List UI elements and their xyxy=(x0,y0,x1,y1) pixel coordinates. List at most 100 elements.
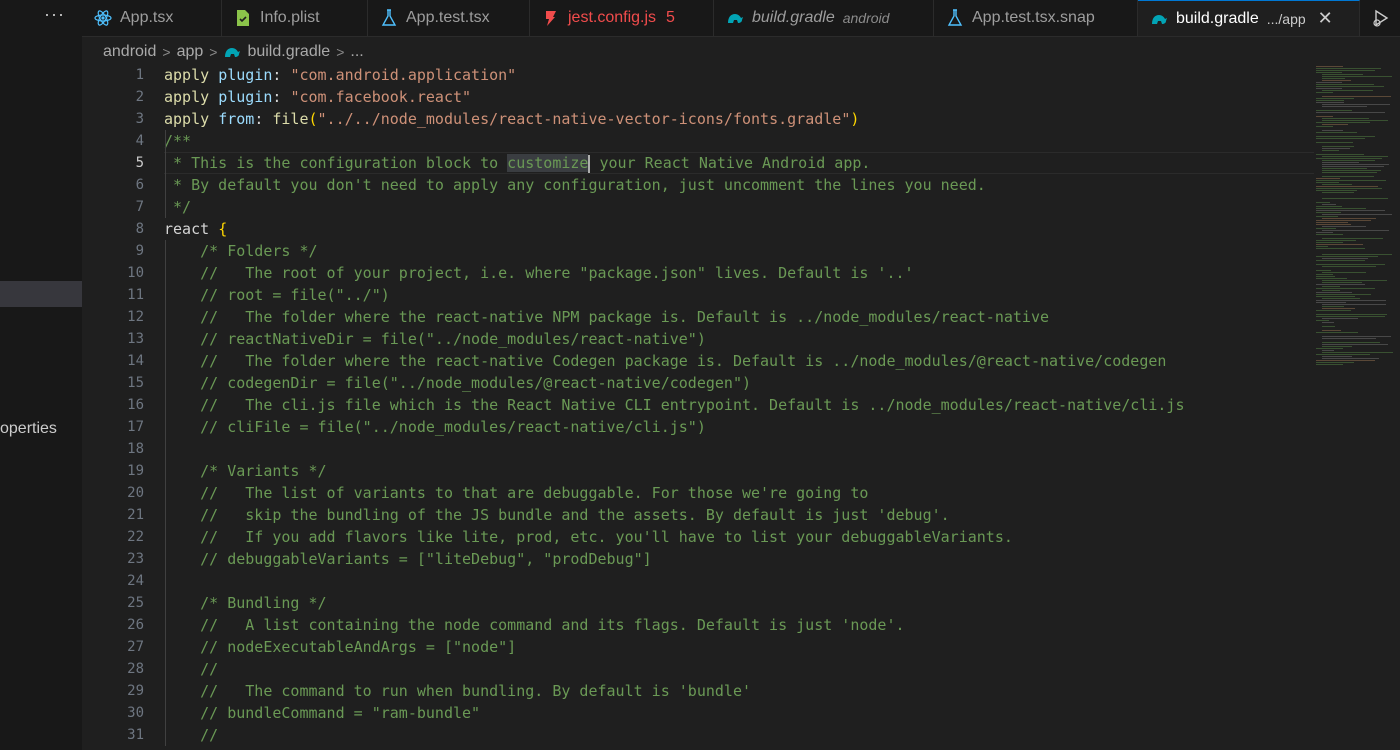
code-line[interactable]: */ xyxy=(164,196,191,218)
minimap-line xyxy=(1322,350,1334,351)
run-test-icon[interactable] xyxy=(1360,0,1400,36)
code-line[interactable]: // The list of variants to that are debu… xyxy=(164,482,868,504)
code-line[interactable]: // The folder where the react-native NPM… xyxy=(164,306,1049,328)
code-line[interactable]: // nodeExecutableAndArgs = ["node"] xyxy=(164,636,516,658)
minimap-line xyxy=(1316,126,1333,127)
breadcrumb-item-more[interactable]: ... xyxy=(350,43,363,61)
tab-app-tsx[interactable]: App.tsx xyxy=(82,0,222,36)
line-number: 14 xyxy=(127,353,144,369)
minimap-line xyxy=(1316,178,1340,179)
tab-build-gradle-android[interactable]: build.gradle android xyxy=(714,0,934,36)
code-token: // nodeExecutableAndArgs = ["node"] xyxy=(164,638,517,656)
code-line[interactable]: /* Bundling */ xyxy=(164,592,327,614)
line-number: 23 xyxy=(127,551,144,567)
code-line[interactable]: // The command to run when bundling. By … xyxy=(164,680,751,702)
tab-label: App.test.tsx.snap xyxy=(972,9,1095,26)
minimap-line xyxy=(1322,170,1381,171)
indent-guide xyxy=(165,240,166,746)
minimap-line xyxy=(1316,66,1343,67)
code-line[interactable]: // The root of your project, i.e. where … xyxy=(164,262,913,284)
code-line[interactable]: * By default you don't need to apply any… xyxy=(164,174,986,196)
line-number: 21 xyxy=(127,507,144,523)
line-number: 22 xyxy=(127,529,144,545)
tab-app-test-tsx-snap[interactable]: App.test.tsx.snap xyxy=(934,0,1138,36)
minimap-line xyxy=(1316,248,1365,249)
minimap-line xyxy=(1316,202,1330,203)
minimap-line xyxy=(1316,364,1343,365)
code-line[interactable]: /* Variants */ xyxy=(164,460,326,482)
code-line[interactable]: * This is the configuration block to cus… xyxy=(164,152,870,174)
minimap-line xyxy=(1316,244,1363,245)
code-line[interactable]: /* Folders */ xyxy=(164,240,317,262)
tab-label: App.tsx xyxy=(120,9,174,26)
minimap-line xyxy=(1316,240,1356,241)
code-token: */ xyxy=(164,198,192,216)
tab-jest-config-js[interactable]: jest.config.js 5 xyxy=(530,0,714,36)
minimap-line xyxy=(1322,124,1348,125)
minimap-line xyxy=(1316,216,1338,217)
tab-build-gradle-app[interactable]: build.gradle .../app ✕ xyxy=(1138,0,1360,36)
line-number: 31 xyxy=(127,727,144,743)
react-icon xyxy=(94,9,112,27)
code-line[interactable]: // codegenDir = file("../node_modules/@r… xyxy=(164,372,751,394)
minimap-line xyxy=(1316,354,1370,355)
code-line[interactable]: // root = file("../") xyxy=(164,284,390,306)
minimap-line xyxy=(1316,122,1370,123)
minimap-line xyxy=(1322,146,1354,147)
minimap-line xyxy=(1322,168,1367,169)
explorer-selected-row[interactable] xyxy=(0,281,82,307)
code-line[interactable]: // xyxy=(164,658,218,680)
code-line[interactable]: // cliFile = file("../node_modules/react… xyxy=(164,416,706,438)
more-actions-icon[interactable]: ··· xyxy=(44,4,65,25)
minimap-line xyxy=(1316,234,1343,235)
tab-label: App.test.tsx xyxy=(406,9,490,26)
code-line[interactable]: // reactNativeDir = file("../node_module… xyxy=(164,328,706,350)
line-number: 26 xyxy=(127,617,144,633)
minimap-line xyxy=(1316,92,1333,93)
minimap-line xyxy=(1316,294,1371,295)
explorer-sidebar: ··· operties xyxy=(0,0,83,750)
tab-info-plist[interactable]: Info.plist xyxy=(222,0,368,36)
minimap-line xyxy=(1322,118,1369,119)
code-token: // reactNativeDir = file("../node_module… xyxy=(164,330,706,348)
minimap-line xyxy=(1316,292,1352,293)
code-line[interactable]: // The folder where the react-native Cod… xyxy=(164,350,1166,372)
tab-app-test-tsx[interactable]: App.test.tsx xyxy=(368,0,530,36)
code-line[interactable]: // If you add flavors like lite, prod, e… xyxy=(164,526,1013,548)
minimap-line xyxy=(1316,186,1378,187)
code-line[interactable]: apply from: file("../../node_modules/rea… xyxy=(164,108,859,130)
flask-icon xyxy=(946,9,964,27)
line-number: 10 xyxy=(127,265,144,281)
minimap-line xyxy=(1316,132,1357,133)
code-line[interactable]: react { xyxy=(164,218,227,240)
line-number: 8 xyxy=(135,221,144,237)
code-line[interactable]: apply plugin: "com.android.application" xyxy=(164,64,516,86)
close-icon[interactable]: ✕ xyxy=(1318,8,1333,29)
explorer-item-fragment[interactable]: operties xyxy=(0,420,57,438)
code-line[interactable]: // debuggableVariants = ["liteDebug", "p… xyxy=(164,548,652,570)
code-area[interactable]: apply plugin: "com.android.application" a… xyxy=(164,64,1314,750)
breadcrumb-item-android[interactable]: android xyxy=(103,43,156,61)
minimap[interactable] xyxy=(1314,64,1400,750)
code-line[interactable]: apply plugin: "com.facebook.react" xyxy=(164,86,471,108)
code-line[interactable]: // skip the bundling of the JS bundle an… xyxy=(164,504,950,526)
line-number: 9 xyxy=(135,243,144,259)
gradle-icon xyxy=(223,45,241,59)
code-editor[interactable]: 1 2 3 4 5 6 7 8 9 10 11 12 13 14 15 16 17 18 19 20 21 22 23 24 2… xyxy=(82,64,1400,750)
line-number: 11 xyxy=(127,287,144,303)
minimap-line xyxy=(1322,226,1366,227)
breadcrumb-item-app[interactable]: app xyxy=(177,43,204,61)
gradle-icon xyxy=(726,9,744,27)
code-token: // debuggableVariants = ["liteDebug", "p… xyxy=(164,550,652,568)
code-line[interactable]: /** xyxy=(164,130,191,152)
minimap-line xyxy=(1322,282,1362,283)
breadcrumb-item-build-gradle[interactable]: build.gradle xyxy=(247,43,330,61)
code-line[interactable]: // The cli.js file which is the React Na… xyxy=(164,394,1184,416)
code-line[interactable]: // bundleCommand = "ram-bundle" xyxy=(164,702,480,724)
code-line[interactable]: // xyxy=(164,724,218,746)
minimap-line xyxy=(1322,358,1379,359)
code-token: /* Bundling */ xyxy=(164,594,327,612)
code-line[interactable]: // A list containing the node command an… xyxy=(164,614,904,636)
